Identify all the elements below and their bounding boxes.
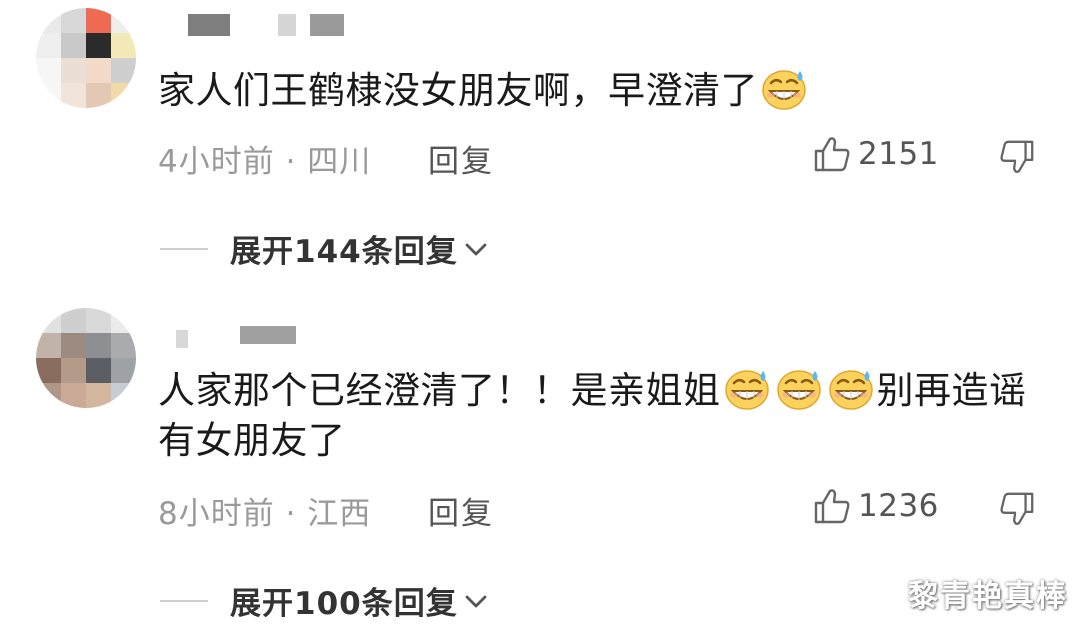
like-button[interactable]: 1236 — [812, 486, 939, 526]
like-count: 1236 — [858, 488, 939, 524]
thumbs-down-icon[interactable] — [998, 138, 1036, 176]
thumbs-up-icon — [812, 134, 852, 174]
avatar[interactable] — [36, 8, 136, 108]
sweat-smile-emoji — [827, 367, 875, 411]
thumbs-down-icon[interactable] — [998, 490, 1036, 528]
username-redacted[interactable] — [176, 326, 316, 352]
comment-text: 家人们王鹤棣没女朋友啊，早澄清了 — [158, 66, 1048, 116]
divider-line — [160, 247, 208, 250]
expand-replies-label: 展开144条回复 — [230, 234, 458, 270]
sweat-smile-emoji — [760, 67, 808, 111]
reply-button[interactable]: 回复 — [428, 488, 494, 533]
chevron-down-icon — [465, 595, 487, 607]
expand-replies-label: 展开100条回复 — [230, 586, 458, 622]
watermark: 黎青艳真棒 — [908, 579, 1068, 614]
divider-line — [160, 599, 208, 602]
expand-replies[interactable]: 展开144条回复 — [160, 226, 490, 271]
username-redacted[interactable] — [188, 14, 388, 40]
like-button[interactable]: 2151 — [812, 134, 939, 174]
like-count: 2151 — [858, 136, 939, 172]
expand-replies[interactable]: 展开100条回复 — [160, 578, 490, 623]
thumbs-up-icon — [812, 486, 852, 526]
reply-button[interactable]: 回复 — [428, 136, 494, 181]
comment-meta: 4小时前 · 四川 — [158, 144, 372, 180]
chevron-down-icon — [465, 243, 487, 255]
sweat-smile-emoji — [723, 367, 771, 411]
comment-meta: 8小时前 · 江西 — [158, 496, 372, 532]
comment-text: 人家那个已经澄清了！！是亲姐姐 别再造谣有女朋友了 — [158, 367, 1027, 462]
sweat-smile-emoji — [775, 367, 823, 411]
avatar[interactable] — [36, 308, 136, 408]
